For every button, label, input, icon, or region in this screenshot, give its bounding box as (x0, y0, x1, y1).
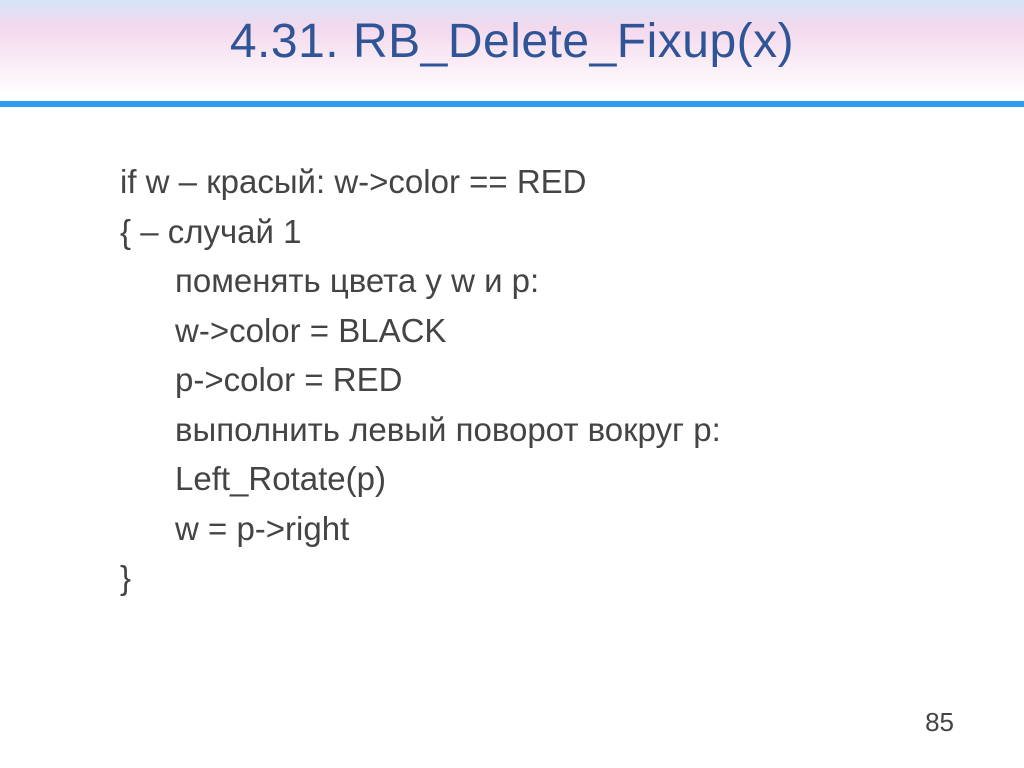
code-line: w->color = BLACK (120, 306, 954, 356)
code-line: if w – красый: w->color == RED (120, 157, 954, 207)
slide-content: if w – красый: w->color == RED { – случа… (0, 107, 1024, 603)
page-number: 85 (925, 707, 954, 738)
slide-header: 4.31. RB_Delete_Fixup(x) (0, 0, 1024, 95)
code-line: выполнить левый поворот вокруг p: (120, 405, 954, 455)
code-line: Left_Rotate(p) (120, 454, 954, 504)
code-line: p->color = RED (120, 355, 954, 405)
code-line: { – случай 1 (120, 207, 954, 257)
slide: 4.31. RB_Delete_Fixup(x) if w – красый: … (0, 0, 1024, 768)
code-line: } (120, 553, 954, 603)
code-line: w = p->right (120, 504, 954, 554)
code-line: поменять цвета у w и p: (120, 256, 954, 306)
slide-title: 4.31. RB_Delete_Fixup(x) (0, 14, 1024, 69)
